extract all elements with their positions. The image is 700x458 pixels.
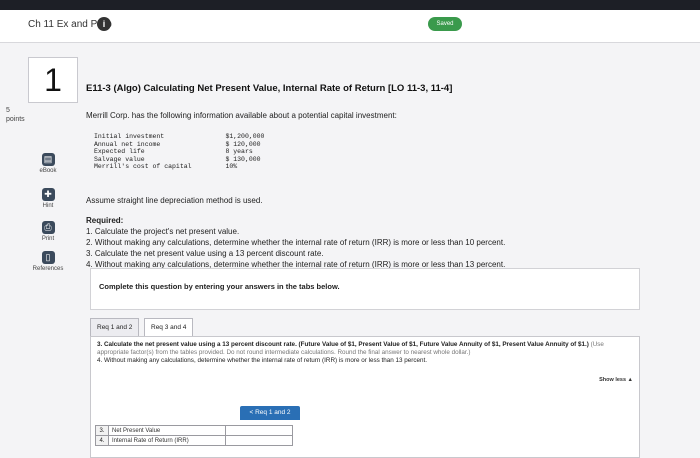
instruction-bold: 3. Calculate the net present value using… <box>97 341 589 348</box>
investment-data-table: Initial investment $1,200,000 Annual net… <box>90 133 280 171</box>
tab-instructions: 3. Calculate the net present value using… <box>97 341 633 365</box>
ebook-label: eBook <box>39 168 57 174</box>
table-row: 4. Internal Rate of Return (IRR) <box>95 435 293 446</box>
print-label: Print <box>41 236 55 242</box>
row-value: 10% <box>225 163 238 170</box>
row-value: $ 130,000 <box>225 155 261 163</box>
irr-answer-select[interactable] <box>225 435 293 446</box>
assumption-text: Assume straight line depreciation method… <box>86 196 263 205</box>
required-list: Required: 1. Calculate the project's net… <box>86 215 505 270</box>
info-icon[interactable]: i <box>97 17 111 31</box>
row-value: $ 120,000 <box>225 140 261 148</box>
assignment-header: Ch 11 Ex and Prob i Saved <box>0 10 700 43</box>
row-number: 3. <box>95 425 109 436</box>
saved-badge: Saved <box>428 17 462 31</box>
row-label: Salvage value <box>94 155 145 163</box>
references-icon: ▯ <box>41 251 55 264</box>
question-number: 1 <box>28 57 78 103</box>
prev-req-button[interactable]: < Req 1 and 2 <box>240 406 300 420</box>
panel-instruction: Complete this question by entering your … <box>99 282 340 291</box>
row-value: 8 years <box>225 148 253 155</box>
row-label: Net Present Value <box>108 425 226 436</box>
row-value: $1,200,000 <box>225 133 265 140</box>
table-row: Salvage value $ 130,000 <box>90 156 280 164</box>
required-item: 2. Without making any calculations, dete… <box>86 238 506 247</box>
table-row: 3. Net Present Value <box>95 425 293 436</box>
row-label: Merrill's cost of capital <box>94 163 192 170</box>
browser-top-bar <box>0 0 700 10</box>
question-intro: Merrill Corp. has the following informat… <box>86 111 397 120</box>
print-button[interactable]: ⎙ Print <box>28 221 68 242</box>
table-row: Expected life 8 years <box>90 148 280 156</box>
npv-answer-input[interactable] <box>225 425 293 436</box>
row-label: Initial investment <box>94 133 165 140</box>
row-label: Internal Rate of Return (IRR) <box>108 435 226 446</box>
points-info: 5 points <box>6 106 25 124</box>
required-item: 1. Calculate the project's net present v… <box>86 227 240 236</box>
hint-button[interactable]: ✚ Hint <box>28 188 68 209</box>
tab-content: 3. Calculate the net present value using… <box>90 336 640 458</box>
references-button[interactable]: ▯ References <box>28 251 68 272</box>
answer-table: 3. Net Present Value 4. Internal Rate of… <box>95 425 293 446</box>
instruction-line-4: 4. Without making any calculations, dete… <box>97 357 428 364</box>
row-label: Expected life <box>94 148 145 155</box>
tab-req-1-and-2[interactable]: Req 1 and 2 <box>90 318 140 338</box>
row-number: 4. <box>95 435 109 446</box>
table-row: Merrill's cost of capital 10% <box>90 163 280 171</box>
row-label: Annual net income <box>94 140 161 148</box>
instruction-panel: Complete this question by entering your … <box>90 268 640 310</box>
required-heading: Required: <box>86 216 124 225</box>
required-item: 3. Calculate the net present value using… <box>86 249 324 258</box>
hint-label: Hint <box>42 203 54 209</box>
show-less-link[interactable]: Show less ▲ <box>599 377 633 383</box>
table-row: Annual net income $ 120,000 <box>90 141 280 149</box>
print-icon: ⎙ <box>41 221 55 234</box>
points-label: points <box>6 116 25 123</box>
references-label: References <box>32 266 64 272</box>
tab-req-3-and-4[interactable]: Req 3 and 4 <box>144 318 194 338</box>
ebook-button[interactable]: ▤ eBook <box>28 153 68 174</box>
question-title: E11-3 (Algo) Calculating Net Present Val… <box>86 83 453 94</box>
hint-icon: ✚ <box>41 188 55 201</box>
table-row: Initial investment $1,200,000 <box>90 133 280 141</box>
question-sidebar: 1 5 points ▤ eBook ✚ Hint ⎙ Print ▯ Refe… <box>0 43 80 456</box>
points-value: 5 <box>6 107 10 114</box>
book-icon: ▤ <box>41 153 55 166</box>
